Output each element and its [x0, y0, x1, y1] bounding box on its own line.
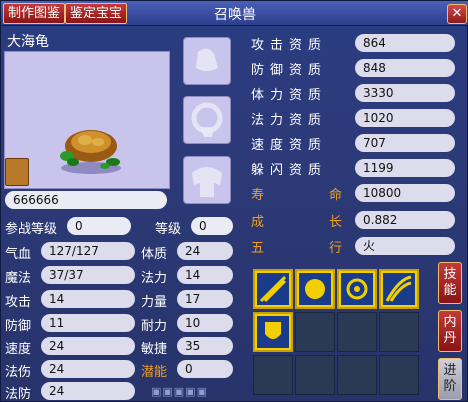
growth-label-a: 成	[251, 215, 265, 230]
turtle-sprite	[60, 130, 121, 174]
aptitude-label-defense: 防御资质	[251, 63, 328, 78]
window-title: 召唤兽	[214, 7, 256, 23]
aptitude-label-dodge: 躲闪资质	[251, 163, 328, 178]
aptitude-value-magic: 1020	[355, 109, 455, 127]
guard-skill-icon	[257, 316, 289, 348]
armor-icon	[192, 167, 222, 197]
defense-value: 11	[41, 314, 135, 332]
tab-advance[interactable]: 进阶	[438, 358, 462, 400]
close-icon: ✕	[451, 6, 463, 21]
endurance-label: 耐力	[141, 319, 168, 334]
aptitude-value-speed: 707	[355, 134, 455, 152]
battle-level-value: 0	[67, 217, 131, 235]
aptitude-value-stamina: 3330	[355, 84, 455, 102]
skill-slot-empty[interactable]	[295, 355, 335, 395]
lifespan-label-a: 寿	[251, 188, 265, 203]
lifespan-label-b: 命	[329, 188, 343, 203]
element-value: 火	[355, 237, 455, 255]
magic-defense-value: 24	[41, 382, 135, 400]
book-icon[interactable]	[5, 158, 29, 186]
skill-slot-empty[interactable]	[379, 355, 419, 395]
close-button[interactable]: ✕	[447, 4, 467, 24]
endurance-value: 10	[177, 314, 233, 332]
level-label: 等级	[155, 222, 182, 237]
skill-slot-empty[interactable]	[379, 312, 419, 352]
skill-slot-4[interactable]	[379, 269, 419, 309]
equip-slot-2[interactable]	[183, 96, 231, 144]
strength-label: 力量	[141, 295, 168, 310]
agility-label: 敏捷	[141, 342, 168, 357]
title-bar[interactable]: 制作图鉴 鉴定宝宝 召唤兽 ✕	[1, 1, 468, 26]
aptitude-value-attack: 864	[355, 34, 455, 52]
skill-slot-2[interactable]	[295, 269, 335, 309]
skill-slot-empty[interactable]	[253, 355, 293, 395]
strength-value: 17	[177, 290, 233, 308]
skill-slot-empty[interactable]	[337, 312, 377, 352]
battle-level-label: 参战等级	[5, 222, 58, 237]
attack-label: 攻击	[5, 295, 32, 310]
magic-damage-value: 24	[41, 360, 135, 378]
skill-slot-3[interactable]	[337, 269, 377, 309]
tab-skills[interactable]: 技能	[438, 262, 462, 304]
pet-preview	[4, 51, 170, 189]
growth-value: 0.882	[355, 211, 455, 229]
equip-slot-1[interactable]	[183, 37, 231, 85]
growth-label-b: 长	[329, 215, 343, 230]
potential-value: 0	[177, 360, 233, 378]
decorative-pattern: ▣▣▣▣▣	[151, 385, 208, 398]
equip-slot-3[interactable]	[183, 156, 231, 204]
aptitude-value-dodge: 1199	[355, 159, 455, 177]
mp-value: 37/37	[41, 266, 135, 284]
lifespan-value: 10800	[355, 184, 455, 202]
aptitude-label-stamina: 体力资质	[251, 88, 328, 103]
mp-label: 魔法	[5, 271, 32, 286]
skill-slot-empty[interactable]	[295, 312, 335, 352]
hp-value: 127/127	[41, 242, 135, 260]
level-value: 0	[191, 217, 233, 235]
shield-skill-icon	[341, 273, 373, 305]
potential-label: 潜能	[141, 365, 168, 380]
attack-value: 14	[41, 290, 135, 308]
aptitude-label-speed: 速度资质	[251, 138, 328, 153]
speed-value: 24	[41, 337, 135, 355]
pet-id-field[interactable]: 666666	[5, 191, 167, 209]
agility-value: 35	[177, 337, 233, 355]
magic-damage-label: 法伤	[5, 365, 32, 380]
speed-label: 速度	[5, 342, 32, 357]
magic-power-label: 法力	[141, 271, 168, 286]
aptitude-label-magic: 法力资质	[251, 113, 328, 128]
aptitude-label-attack: 攻击资质	[251, 38, 328, 53]
constitution-value: 24	[177, 242, 233, 260]
defense-label: 防御	[5, 319, 32, 334]
sword-skill-icon	[257, 273, 289, 305]
tab-inner-core[interactable]: 内丹	[438, 310, 462, 352]
wave-skill-icon	[383, 273, 415, 305]
constitution-label: 体质	[141, 247, 168, 262]
element-label-a: 五	[251, 241, 265, 256]
collar-icon	[191, 102, 223, 137]
skill-slot-1[interactable]	[253, 269, 293, 309]
helmet-icon	[196, 48, 218, 71]
element-label-b: 行	[329, 241, 343, 256]
magic-defense-label: 法防	[5, 387, 32, 402]
pet-window: 制作图鉴 鉴定宝宝 召唤兽 ✕ 大海龟 666666 攻击资质 864 防御资质…	[0, 0, 468, 402]
aptitude-value-defense: 848	[355, 59, 455, 77]
magic-power-value: 14	[177, 266, 233, 284]
hp-label: 气血	[5, 247, 32, 262]
skill-slot-5[interactable]	[253, 312, 293, 352]
pet-name: 大海龟	[7, 34, 49, 50]
skill-slot-empty[interactable]	[337, 355, 377, 395]
head-skill-icon	[299, 273, 331, 305]
